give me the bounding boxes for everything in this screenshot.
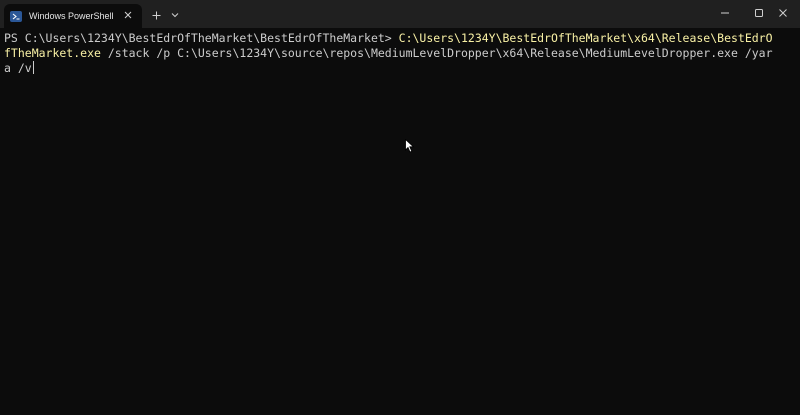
- text-cursor: [32, 61, 34, 74]
- minimize-button[interactable]: [706, 0, 744, 26]
- terminal-line-3: a /v: [4, 60, 34, 77]
- tab-label: Windows PowerShell: [29, 11, 114, 21]
- plus-icon: [152, 11, 160, 19]
- powershell-window: Windows PowerShell PS C:\Users\1234Y\Bes…: [0, 0, 800, 415]
- command-executable-part-1: C:\Users\1234Y\BestEdrOfTheMarket\x64\Re…: [398, 31, 773, 45]
- command-arguments: /stack /p C:\Users\1234Y\source\repos\Me…: [100, 46, 773, 60]
- close-button[interactable]: [764, 0, 800, 26]
- tab-dropdown-button[interactable]: [167, 6, 183, 24]
- powershell-icon: [10, 10, 22, 22]
- close-icon: [779, 9, 787, 17]
- prompt-text: PS C:\Users\1234Y\BestEdrOfTheMarket\Bes…: [4, 31, 399, 45]
- minimize-icon: [721, 12, 729, 14]
- mouse-pointer-icon: [405, 138, 415, 153]
- terminal-line-2: fTheMarket.exe /stack /p C:\Users\1234Y\…: [4, 45, 773, 62]
- terminal-output[interactable]: PS C:\Users\1234Y\BestEdrOfTheMarket\Bes…: [0, 28, 800, 415]
- maximize-icon: [755, 9, 763, 17]
- command-executable-part-2: fTheMarket.exe: [4, 46, 101, 60]
- new-tab-button[interactable]: [148, 6, 164, 24]
- chevron-down-icon: [171, 13, 179, 18]
- tab-close-icon[interactable]: [122, 9, 134, 21]
- tab-windows-powershell[interactable]: Windows PowerShell: [4, 4, 142, 28]
- title-bar[interactable]: Windows PowerShell: [0, 0, 800, 28]
- command-arguments-end: a /v: [4, 61, 32, 75]
